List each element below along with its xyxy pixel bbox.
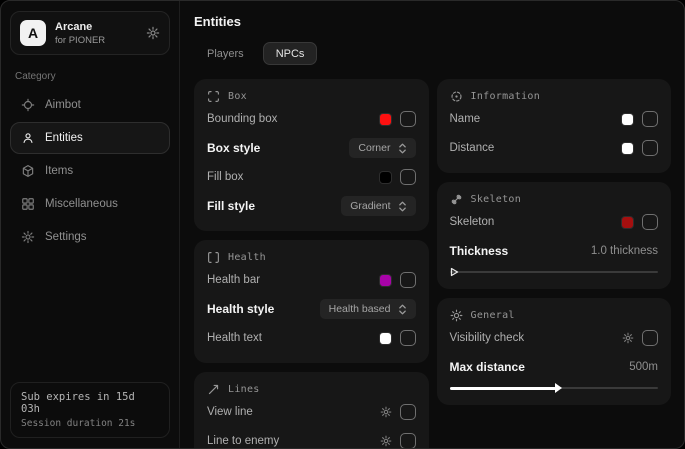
tab-npcs[interactable]: NPCs bbox=[263, 42, 318, 65]
gear-icon[interactable] bbox=[380, 435, 392, 447]
card-information: Information Name Distance bbox=[437, 79, 672, 173]
setting-row-health-text: Health text bbox=[207, 325, 416, 351]
setting-row-max-distance: Max distance 500m bbox=[450, 354, 659, 380]
color-swatch[interactable] bbox=[379, 171, 392, 184]
checkbox[interactable] bbox=[642, 111, 658, 127]
brand-card: A Arcane for PIONER bbox=[10, 11, 170, 55]
scan-icon bbox=[450, 90, 463, 103]
sidebar-item-entities[interactable]: Entities bbox=[10, 122, 170, 154]
sidebar-item-label: Entities bbox=[45, 132, 83, 144]
sidebar-item-aimbot[interactable]: Aimbot bbox=[10, 89, 170, 121]
checkbox[interactable] bbox=[400, 169, 416, 185]
card-health: Health Health bar Health style Health ba… bbox=[194, 240, 429, 363]
bone-icon bbox=[450, 193, 463, 206]
sidebar-item-label: Aimbot bbox=[45, 99, 81, 111]
slider-fill bbox=[450, 387, 556, 390]
box-style-dropdown[interactable]: Corner bbox=[349, 138, 415, 158]
setting-row-line-to-enemy: Line to enemy bbox=[207, 428, 416, 448]
setting-row-name: Name bbox=[450, 106, 659, 132]
thickness-value: 1.0 thickness bbox=[591, 245, 658, 257]
setting-row-fill-style: Fill style Gradient bbox=[207, 193, 416, 219]
checkbox[interactable] bbox=[400, 272, 416, 288]
gear-icon[interactable] bbox=[380, 406, 392, 418]
max-distance-value: 500m bbox=[629, 361, 658, 373]
setting-row-health-style: Health style Health based bbox=[207, 296, 416, 322]
category-label: Category bbox=[15, 71, 165, 82]
sidebar-item-miscellaneous[interactable]: Miscellaneous bbox=[10, 188, 170, 220]
setting-row-bounding-box: Bounding box bbox=[207, 106, 416, 132]
main-panel: Entities Players NPCs Box bbox=[180, 1, 684, 448]
sub-expiry-text: Sub expires in 15d 03h bbox=[21, 391, 159, 415]
sidebar-item-label: Items bbox=[45, 165, 73, 177]
brackets-icon bbox=[207, 251, 220, 264]
checkbox[interactable] bbox=[642, 330, 658, 346]
slider-handle-icon[interactable] bbox=[450, 267, 459, 277]
tab-players[interactable]: Players bbox=[194, 42, 257, 65]
fill-style-dropdown[interactable]: Gradient bbox=[341, 196, 415, 216]
select-arrows-icon bbox=[398, 304, 407, 315]
color-swatch[interactable] bbox=[379, 113, 392, 126]
gear-icon bbox=[21, 230, 35, 244]
card-box: Box Bounding box Box style Corner bbox=[194, 79, 429, 231]
health-style-dropdown[interactable]: Health based bbox=[320, 299, 416, 319]
checkbox[interactable] bbox=[400, 433, 416, 448]
card-title: Lines bbox=[228, 384, 260, 395]
card-title: Skeleton bbox=[471, 194, 522, 205]
color-swatch[interactable] bbox=[621, 142, 634, 155]
color-swatch[interactable] bbox=[621, 113, 634, 126]
max-distance-slider[interactable] bbox=[450, 383, 659, 393]
setting-row-box-style: Box style Corner bbox=[207, 135, 416, 161]
diagonal-line-icon bbox=[207, 383, 220, 396]
crosshair-icon bbox=[21, 98, 35, 112]
sidebar-item-label: Miscellaneous bbox=[45, 198, 118, 210]
gear-icon[interactable] bbox=[622, 332, 634, 344]
checkbox[interactable] bbox=[400, 404, 416, 420]
sidebar-item-items[interactable]: Items bbox=[10, 155, 170, 187]
cube-icon bbox=[21, 164, 35, 178]
checkbox[interactable] bbox=[400, 330, 416, 346]
sidebar: A Arcane for PIONER Category Aim bbox=[1, 1, 180, 448]
color-swatch[interactable] bbox=[621, 216, 634, 229]
session-duration-text: Session duration 21s bbox=[21, 418, 159, 429]
page-title: Entities bbox=[194, 14, 671, 29]
sidebar-item-settings[interactable]: Settings bbox=[10, 221, 170, 253]
checkbox[interactable] bbox=[400, 111, 416, 127]
subscription-info: Sub expires in 15d 03h Session duration … bbox=[10, 382, 170, 438]
color-swatch[interactable] bbox=[379, 332, 392, 345]
tab-bar: Players NPCs bbox=[194, 42, 671, 65]
grid-icon bbox=[21, 197, 35, 211]
card-title: Box bbox=[228, 91, 247, 102]
checkbox[interactable] bbox=[642, 140, 658, 156]
card-title: Information bbox=[471, 91, 541, 102]
card-skeleton: Skeleton Skeleton Thickness 1.0 thicknes… bbox=[437, 182, 672, 289]
sidebar-nav: Aimbot Entities Items bbox=[10, 89, 170, 253]
card-title: General bbox=[471, 310, 515, 321]
sidebar-item-label: Settings bbox=[45, 231, 87, 243]
app-window: A Arcane for PIONER Category Aim bbox=[0, 0, 685, 449]
color-swatch[interactable] bbox=[379, 274, 392, 287]
setting-row-distance: Distance bbox=[450, 135, 659, 161]
person-icon bbox=[21, 131, 35, 145]
card-lines: Lines View line bbox=[194, 372, 429, 448]
card-general: General Visibility check bbox=[437, 298, 672, 405]
setting-row-fill-box: Fill box bbox=[207, 164, 416, 190]
setting-row-view-line: View line bbox=[207, 399, 416, 425]
checkbox[interactable] bbox=[642, 214, 658, 230]
gear-icon[interactable] bbox=[146, 26, 160, 40]
app-subtitle: for PIONER bbox=[55, 35, 105, 46]
setting-row-visibility-check: Visibility check bbox=[450, 325, 659, 351]
corners-icon bbox=[207, 90, 220, 103]
card-title: Health bbox=[228, 252, 266, 263]
app-title: Arcane bbox=[55, 21, 105, 33]
slider-arrow-handle[interactable] bbox=[555, 383, 562, 393]
setting-row-thickness: Thickness 1.0 thickness bbox=[450, 238, 659, 264]
sun-icon bbox=[450, 309, 463, 322]
thickness-slider[interactable] bbox=[450, 267, 659, 277]
select-arrows-icon bbox=[398, 201, 407, 212]
setting-row-skeleton: Skeleton bbox=[450, 209, 659, 235]
app-logo: A bbox=[20, 20, 46, 46]
select-arrows-icon bbox=[398, 143, 407, 154]
setting-row-health-bar: Health bar bbox=[207, 267, 416, 293]
